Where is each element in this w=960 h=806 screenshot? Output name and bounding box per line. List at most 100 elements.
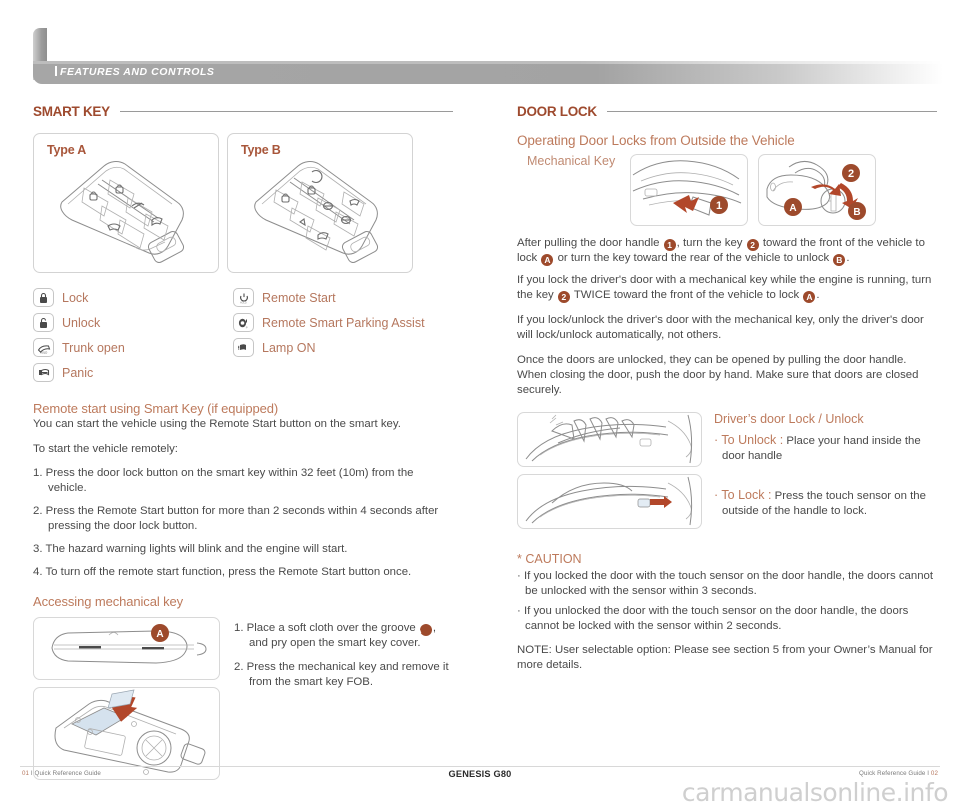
figure-badge-2: 2 bbox=[848, 168, 854, 180]
list-item: 2. Press the Remote Start button for mor… bbox=[33, 505, 439, 532]
legend-item-remote-smart-parking-assist: p Remote Smart Parking Assist bbox=[233, 310, 453, 335]
inline-badge-b: B bbox=[833, 254, 846, 266]
door-lock-paragraph-1: After pulling the door handle 1, turn th… bbox=[517, 236, 937, 266]
figure-badge-a: A bbox=[789, 203, 796, 214]
remote-start-lead: To start the vehicle remotely: bbox=[33, 443, 178, 455]
inline-badge-a: A bbox=[803, 291, 816, 303]
door-lock-figures: 1 A B 2 bbox=[630, 154, 937, 226]
legend-item-lamp-on: Lamp ON bbox=[233, 335, 453, 360]
inline-badge-a: A bbox=[415, 624, 432, 636]
footer-right-page-number: 02 bbox=[930, 770, 938, 777]
remote-smart-parking-assist-icon: p bbox=[233, 313, 254, 332]
touch-sensor-outside-illustration bbox=[525, 476, 693, 526]
remote-start-icon: HOLD bbox=[233, 288, 254, 307]
header-title-wrap: FEATURES AND CONTROLS bbox=[55, 66, 214, 78]
right-column: DOOR LOCK Operating Door Locks from Outs… bbox=[517, 104, 937, 673]
to-unlock-item: · To Unlock : Place your hand inside the… bbox=[714, 433, 937, 464]
p1-t5: . bbox=[846, 252, 850, 264]
caution-title: * CAUTION bbox=[517, 552, 582, 566]
panic-horn-icon bbox=[33, 363, 54, 382]
mechanical-key-turn-illustration: A B 2 bbox=[766, 161, 866, 220]
legend-label: Remote Smart Parking Assist bbox=[262, 315, 425, 330]
legend-label: Remote Start bbox=[262, 290, 336, 305]
figure-badge-1: 1 bbox=[716, 200, 722, 212]
p1-t2: , turn the key bbox=[676, 237, 746, 249]
inline-badge-a: A bbox=[541, 254, 554, 266]
lamp-on-icon bbox=[233, 338, 254, 357]
caution-item: · If you locked the door with the touch … bbox=[517, 570, 934, 597]
figure-badge-b: B bbox=[853, 207, 860, 218]
type-b-card: Type B bbox=[227, 133, 413, 273]
door-handle-pull-illustration: 1 bbox=[632, 160, 742, 216]
smart-key-button-legend: Lock Unlock HOLD Trunk open Panic HOLD R… bbox=[33, 285, 453, 385]
legend-label: Unlock bbox=[62, 315, 101, 330]
legend-column-2: HOLD Remote Start p Remote Smart Parking… bbox=[233, 285, 453, 385]
mechanical-key-steps: 1. Place a soft cloth over the groove A,… bbox=[234, 617, 453, 787]
p2-t3: . bbox=[816, 289, 820, 301]
legend-column-1: Lock Unlock HOLD Trunk open Panic bbox=[33, 285, 233, 385]
svg-text:p: p bbox=[246, 325, 248, 329]
door-lock-paragraph-3: If you lock/unlock the driver's door wit… bbox=[517, 314, 924, 341]
smart-key-groove-illustration: A bbox=[51, 624, 207, 664]
footer-right: Quick Reference Guide I 02 bbox=[859, 770, 938, 777]
legend-label: Trunk open bbox=[62, 340, 125, 355]
list-item: 2. Press the mechanical key and remove i… bbox=[234, 661, 449, 688]
svg-text:HOLD: HOLD bbox=[240, 301, 247, 304]
inline-badge-2: 2 bbox=[746, 239, 759, 251]
mechanical-key-label: Mechanical Key bbox=[527, 154, 616, 168]
door-handle-pull-figure: 1 bbox=[630, 154, 748, 226]
lock-sensor-figure bbox=[517, 474, 702, 529]
remote-start-heading: Remote start using Smart Key (if equippe… bbox=[33, 401, 279, 416]
heading-rule bbox=[606, 111, 937, 112]
key-turn-figure: A B 2 bbox=[758, 154, 876, 226]
footer-divider bbox=[20, 766, 940, 767]
p1-t4: or turn the key toward the rear of the v… bbox=[554, 252, 833, 264]
figure-badge-a: A bbox=[156, 629, 163, 640]
door-lock-paragraph-2: If you lock the driver's door with a mec… bbox=[517, 273, 937, 303]
accessing-mechanical-key-heading: Accessing mechanical key bbox=[33, 594, 184, 609]
smart-key-type-b-illustration bbox=[254, 161, 379, 263]
legend-item-trunk-open: HOLD Trunk open bbox=[33, 335, 233, 360]
footer-right-text: Quick Reference Guide I bbox=[859, 770, 931, 777]
legend-label: Panic bbox=[62, 365, 94, 380]
caution-item: · If you unlocked the door with the touc… bbox=[517, 605, 909, 632]
lock-icon bbox=[33, 288, 54, 307]
legend-item-unlock: Unlock bbox=[33, 310, 233, 335]
to-lock-item: · To Lock : Press the touch sensor on th… bbox=[714, 488, 937, 519]
operating-door-locks-heading: Operating Door Locks from Outside the Ve… bbox=[517, 133, 795, 148]
header-title: FEATURES AND CONTROLS bbox=[60, 66, 215, 78]
driver-door-lock-unlock-title: Driver’s door Lock / Unlock bbox=[714, 412, 864, 426]
legend-label: Lamp ON bbox=[262, 340, 316, 355]
legend-item-remote-start: HOLD Remote Start bbox=[233, 285, 453, 310]
left-column: SMART KEY Type A Type B Lock Unlock HOLD… bbox=[33, 104, 453, 787]
step1-pre: 1. Place a soft cloth over the groove bbox=[234, 622, 416, 634]
legend-label: Lock bbox=[62, 290, 89, 305]
to-lock-key: · To Lock : bbox=[714, 488, 772, 502]
inline-badge-1: 1 bbox=[663, 239, 676, 251]
smart-key-section-heading: SMART KEY bbox=[33, 104, 453, 119]
watermark: carmanualsonline.info bbox=[681, 778, 949, 806]
to-unlock-key: · To Unlock : bbox=[714, 433, 784, 447]
mechanical-key-figures: A bbox=[33, 617, 220, 787]
heading-rule bbox=[119, 111, 453, 112]
trunk-open-icon: HOLD bbox=[33, 338, 54, 357]
legend-item-lock: Lock bbox=[33, 285, 233, 310]
list-item: 1. Place a soft cloth over the groove A,… bbox=[234, 621, 453, 651]
driver-door-handle-figures bbox=[517, 412, 702, 536]
driver-door-handle-block: Driver’s door Lock / Unlock · To Unlock … bbox=[517, 412, 937, 536]
driver-door-handle-text: Driver’s door Lock / Unlock · To Unlock … bbox=[714, 412, 937, 536]
door-lock-paragraph-4: Once the doors are unlocked, they can be… bbox=[517, 354, 919, 396]
hand-inside-handle-illustration bbox=[525, 414, 693, 464]
mechanical-key-figure-row: Mechanical Key 1 A B 2 bbox=[517, 154, 937, 226]
inline-badge-2: 2 bbox=[557, 291, 570, 303]
remote-start-intro: You can start the vehicle using the Remo… bbox=[33, 418, 401, 430]
type-a-label: Type A bbox=[47, 143, 87, 157]
remote-start-steps: 1. Press the door lock button on the sma… bbox=[33, 466, 453, 580]
smart-key-side-figure: A bbox=[33, 617, 220, 680]
type-a-card: Type A bbox=[33, 133, 219, 273]
accessing-mechanical-key-block: A 1. Place a soft cloth over the groove … bbox=[33, 617, 453, 787]
unlock-hand-figure bbox=[517, 412, 702, 467]
p1-t1: After pulling the door handle bbox=[517, 237, 663, 249]
unlock-icon bbox=[33, 313, 54, 332]
quick-reference-guide-page: FEATURES AND CONTROLS SMART KEY Type A T… bbox=[0, 0, 960, 806]
